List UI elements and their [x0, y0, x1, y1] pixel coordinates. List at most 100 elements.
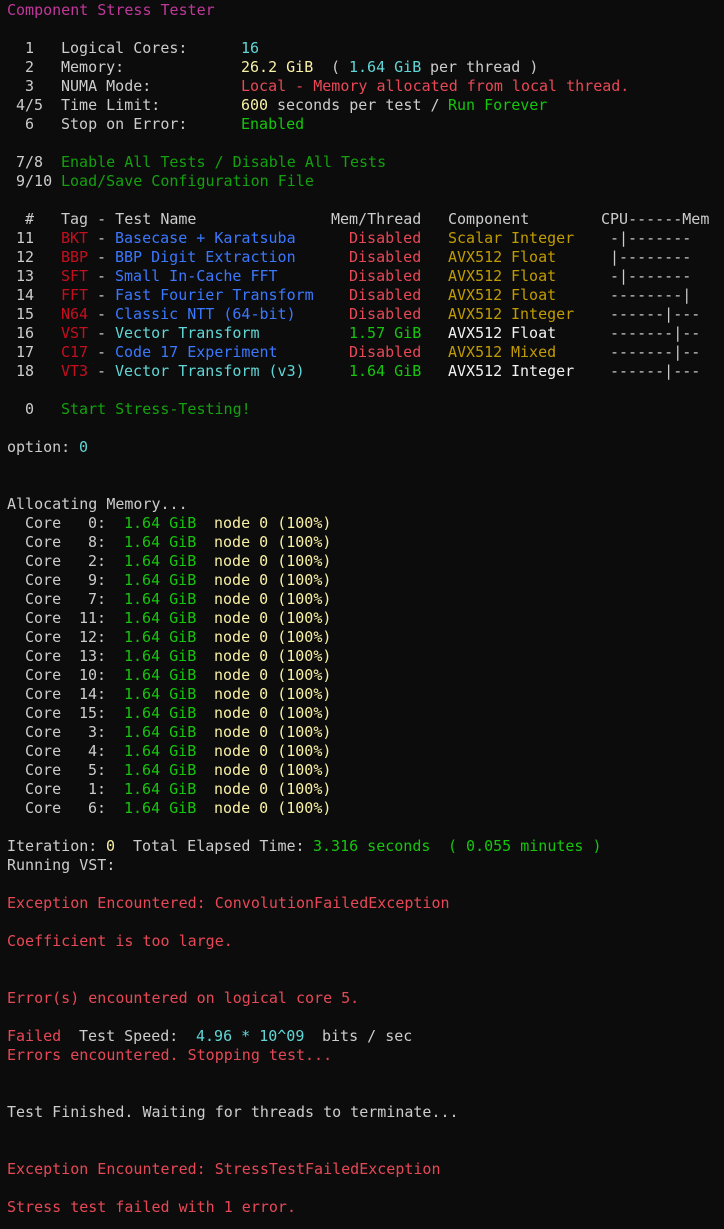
test-name: Vector Transform (v3) — [115, 362, 305, 380]
core-id: 15 — [79, 704, 98, 722]
core-label: Core — [25, 571, 62, 589]
setting-num: 6 — [25, 115, 35, 133]
core-node: node 0 (100%) — [214, 590, 332, 608]
title-text: Component Stress Tester — [7, 1, 215, 19]
table-header: # Tag - Test Name Mem/Thread Component C… — [7, 210, 724, 229]
core-row: Core 6:1.64 GiB node 0 (100%) — [7, 799, 724, 818]
setting-value: Enabled — [241, 115, 305, 133]
test-cpu-mem-bar: -|------- — [610, 267, 692, 285]
setting-label: Logical Cores: — [61, 39, 188, 57]
setting-label: Stop on Error: — [61, 115, 188, 133]
core-colon: : — [97, 723, 107, 741]
test-name: BBP Digit Extraction — [115, 248, 296, 266]
test-row[interactable]: 18 VT3 - Vector Transform (v3) 1.64 GiB AVX… — [7, 362, 724, 381]
setting-value-suffix: seconds per test / — [277, 96, 440, 114]
core-colon: : — [97, 685, 107, 703]
core-node: node 0 (100%) — [214, 533, 332, 551]
option-prompt[interactable]: option: 0 — [7, 438, 724, 457]
test-tag: VST — [61, 324, 89, 342]
app-title: Component Stress Tester — [7, 1, 724, 20]
setting-row[interactable]: 4/5 Time Limit: 600 seconds per test / Run F… — [7, 96, 724, 115]
core-id: 5 — [88, 761, 98, 779]
core-id: 6 — [88, 799, 98, 817]
core-row: Core 5:1.64 GiB node 0 (100%) — [7, 761, 724, 780]
setting-value: 600 — [241, 96, 269, 114]
core-colon: : — [97, 514, 107, 532]
core-id: 10 — [79, 666, 98, 684]
test-num: 13 — [16, 267, 35, 285]
elapsed-label: Total Elapsed Time: — [133, 837, 305, 855]
core-mem: 1.64 GiB — [124, 533, 197, 551]
test-name: Basecase + Karatsuba — [115, 229, 296, 247]
core-id: 4 — [88, 742, 98, 760]
core-error-line: Error(s) encountered on logical core 5. — [7, 989, 724, 1008]
test-row[interactable]: 12 BBP - BBP Digit Extraction Disabled AVX5… — [7, 248, 724, 267]
action-num: 9/10 — [16, 172, 53, 190]
test-component-a: AVX512 — [448, 267, 503, 285]
test-cpu-mem-bar: -------|-- — [610, 343, 701, 361]
exception-line-1: Exception Encountered: ConvolutionFailed… — [7, 894, 724, 913]
core-mem: 1.64 GiB — [124, 761, 197, 779]
setting-label: Time Limit: — [61, 96, 161, 114]
action-label: Load/Save Configuration File — [61, 172, 314, 190]
test-row[interactable]: 15 N64 - Classic NTT (64-bit) Disabled AVX5… — [7, 305, 724, 324]
core-id: 12 — [79, 628, 98, 646]
setting-num: 1 — [25, 39, 35, 57]
core-mem: 1.64 GiB — [124, 647, 197, 665]
core-node: node 0 (100%) — [214, 514, 332, 532]
setting-row[interactable]: 2 Memory: 26.2 GiB (1.64 GiB per thread ) — [7, 58, 724, 77]
core-label: Core — [25, 761, 62, 779]
core-node: node 0 (100%) — [214, 780, 332, 798]
test-separator: - — [88, 267, 116, 285]
test-cpu-mem-bar: |-------- — [610, 248, 692, 266]
failed-label: Failed — [7, 1027, 62, 1045]
core-mem: 1.64 GiB — [124, 685, 197, 703]
core-label: Core — [25, 533, 62, 551]
setting-num: 4/5 — [16, 96, 44, 114]
test-row[interactable]: 17 C17 - Code 17 Experiment Disabled AVX512… — [7, 343, 724, 362]
test-num: 11 — [16, 229, 35, 247]
test-component-b: Float — [511, 324, 557, 342]
test-num: 16 — [16, 324, 35, 342]
setting-row[interactable]: 6 Stop on Error: Enabled — [7, 115, 724, 134]
setting-row[interactable]: 1 Logical Cores: 16 — [7, 39, 724, 58]
core-id: 11 — [79, 609, 98, 627]
core-colon: : — [97, 628, 107, 646]
test-num: 17 — [16, 343, 35, 361]
elapsed-value: 3.316 seconds — [313, 837, 431, 855]
core-id: 13 — [79, 647, 98, 665]
core-colon: : — [97, 571, 107, 589]
test-mem: Disabled — [349, 305, 422, 323]
test-mem: Disabled — [349, 267, 422, 285]
core-colon: : — [97, 533, 107, 551]
core-label: Core — [25, 723, 62, 741]
test-component-b: Integer — [511, 229, 575, 247]
start-option[interactable]: 0 Start Stress-Testing! — [7, 400, 724, 419]
actions-list: 7/8 Enable All Tests / Disable All Tests 9… — [7, 153, 724, 191]
coefficient-line: Coefficient is too large. — [7, 932, 724, 951]
test-row[interactable]: 16 VST - Vector Transform 1.57 GiB AVX512 Fl… — [7, 324, 724, 343]
core-node: node 0 (100%) — [214, 609, 332, 627]
setting-row[interactable]: 3 NUMA Mode: Local - Memory allocated from… — [7, 77, 724, 96]
test-name: Vector Transform — [115, 324, 260, 342]
test-row[interactable]: 11 BKT - Basecase + Karatsuba Disabled Scal… — [7, 229, 724, 248]
speed-value: 4.96 * 10^09 — [196, 1027, 305, 1045]
test-component-b: Integer — [511, 362, 575, 380]
coefficient-text: Coefficient is too large. — [7, 932, 233, 950]
test-row[interactable]: 14 FFT - Fast Fourier Transform Disabled AV… — [7, 286, 724, 305]
action-row[interactable]: 9/10 Load/Save Configuration File — [7, 172, 724, 191]
core-node: node 0 (100%) — [214, 571, 332, 589]
test-mem: 1.57 GiB — [349, 324, 422, 342]
test-row[interactable]: 13 SFT - Small In-Cache FFT Disabled AVX512… — [7, 267, 724, 286]
tests-table: 11 BKT - Basecase + Karatsuba Disabled Scal… — [7, 229, 724, 381]
setting-num: 3 — [25, 77, 35, 95]
header-mem: Mem/Thread — [331, 210, 422, 228]
setting-value: 26.2 GiB — [241, 58, 314, 76]
exception-line-2: Exception Encountered: StressTestFailedE… — [7, 1160, 724, 1179]
stopping-line: Errors encountered. Stopping test... — [7, 1046, 724, 1065]
running-line: Running VST: — [7, 856, 724, 875]
action-row[interactable]: 7/8 Enable All Tests / Disable All Tests — [7, 153, 724, 172]
test-component-a: AVX512 — [448, 362, 503, 380]
core-node: node 0 (100%) — [214, 552, 332, 570]
core-mem: 1.64 GiB — [124, 514, 197, 532]
